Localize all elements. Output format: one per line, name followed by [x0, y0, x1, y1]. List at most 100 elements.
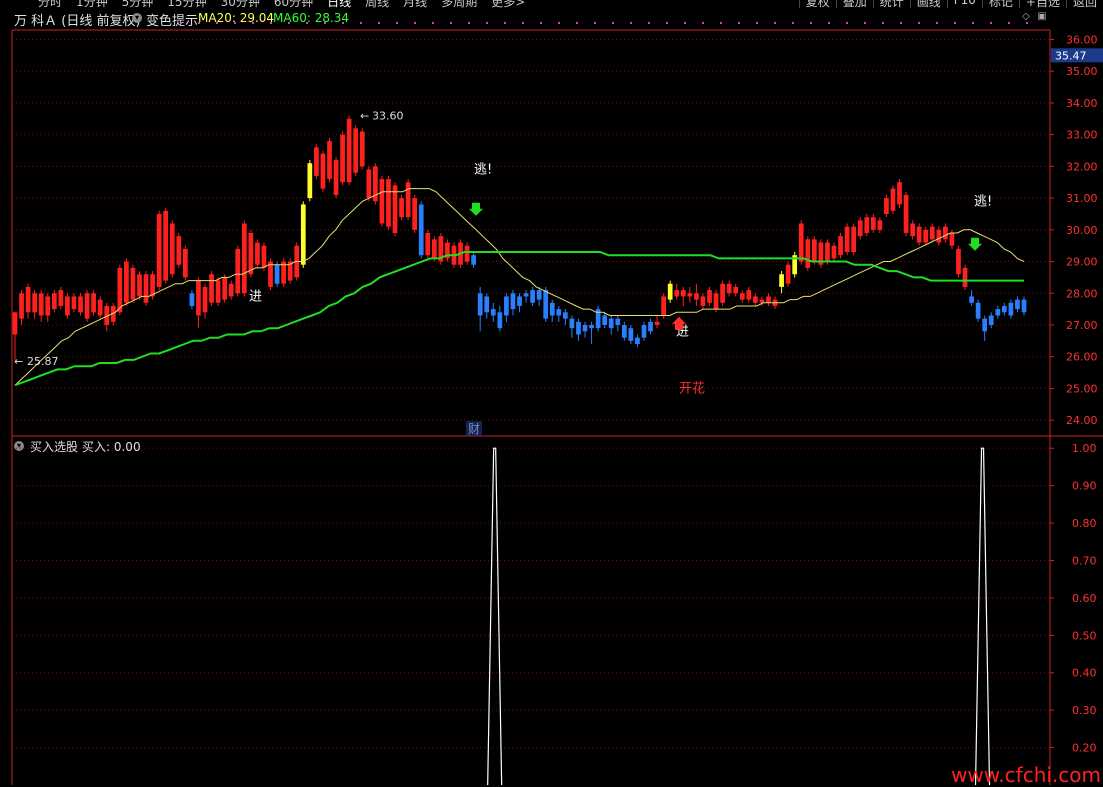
- candle-body: [661, 296, 667, 316]
- top-marker-dot: [720, 22, 722, 24]
- candle-body: [65, 296, 70, 316]
- y-tick-label: 33.00: [1066, 129, 1098, 142]
- top-marker-dot: [360, 22, 362, 24]
- top-marker-dot: [846, 22, 848, 24]
- candle-body: [32, 293, 38, 313]
- top-marker-dot: [558, 22, 560, 24]
- candle-body: [680, 290, 686, 297]
- top-marker-dot: [990, 22, 992, 24]
- candle-body: [707, 290, 712, 303]
- candle-body: [621, 324, 627, 338]
- candle-body: [988, 315, 994, 325]
- candle-body: [779, 274, 784, 287]
- top-marker-dot: [252, 22, 254, 24]
- candle-body: [412, 198, 418, 230]
- top-marker-dot: [1026, 22, 1028, 24]
- candle-body: [785, 264, 791, 284]
- candle-body: [615, 318, 621, 325]
- low-arrow-icon: ←: [14, 355, 23, 368]
- candle-body: [78, 296, 83, 313]
- sell-arrow-icon: [968, 237, 982, 251]
- candle-body: [654, 321, 660, 325]
- top-marker-dot: [972, 22, 974, 24]
- candle-body: [150, 274, 155, 297]
- candle-body: [228, 283, 234, 297]
- low-price-label: 25.87: [27, 355, 59, 368]
- candle-body: [497, 312, 503, 329]
- candle-body: [870, 217, 876, 230]
- top-marker-dot: [216, 22, 218, 24]
- candle-body: [392, 185, 398, 233]
- candle-body: [471, 255, 476, 265]
- top-marker-dot: [540, 22, 542, 24]
- candle-body: [910, 223, 915, 237]
- top-marker-dot: [450, 22, 452, 24]
- top-marker-dot: [918, 22, 920, 24]
- sell-arrow-icon: [469, 202, 483, 216]
- buy-signal-spike: [487, 447, 503, 785]
- top-marker-dot: [270, 22, 272, 24]
- candle-body: [805, 239, 811, 268]
- candle-body: [936, 229, 942, 243]
- candle-body: [949, 233, 955, 246]
- top-marker-dot: [324, 22, 326, 24]
- bloom-signal-label: 开花: [679, 380, 705, 396]
- candle-body: [811, 239, 817, 262]
- top-marker-dot: [666, 22, 668, 24]
- candle-body: [1008, 302, 1014, 316]
- candle-body: [45, 296, 51, 316]
- candle-body: [84, 293, 90, 319]
- top-marker-dot: [702, 22, 704, 24]
- candle-body: [464, 245, 470, 262]
- candle-body: [969, 296, 974, 303]
- y-tick-label: 28.00: [1066, 287, 1098, 300]
- candle-body: [359, 131, 365, 167]
- candle-body: [504, 296, 509, 316]
- candle-body: [576, 321, 581, 335]
- candle-body: [700, 296, 706, 306]
- candle-body: [628, 328, 634, 341]
- candle-body: [530, 290, 535, 303]
- y-tick-label: 31.00: [1066, 192, 1098, 205]
- kline-chart[interactable]: 36.00 35.00 34.00 33.00 32.00 31.00 30.00 29.00…: [0, 0, 1103, 785]
- top-marker-dot: [954, 22, 956, 24]
- candle-body: [477, 293, 483, 316]
- candle-body: [517, 296, 522, 306]
- candle-body: [975, 302, 981, 319]
- candle-body: [399, 198, 404, 218]
- candle-body: [418, 204, 424, 256]
- y-tick-label: 29.00: [1066, 256, 1098, 269]
- top-marker-dot: [756, 22, 758, 24]
- candle-body: [766, 296, 771, 303]
- candle-body: [176, 236, 182, 265]
- candle-body: [844, 226, 850, 253]
- sub-y-tick-label: 0.90: [1072, 480, 1097, 493]
- candle-body: [182, 248, 188, 278]
- sub-y-tick-label: 0.50: [1072, 629, 1097, 642]
- candle-body: [248, 233, 254, 275]
- candle-body: [209, 274, 214, 303]
- top-marker-dot: [342, 22, 344, 24]
- candle-body: [739, 293, 745, 300]
- current-price-tag: 35.47: [1055, 49, 1087, 62]
- candle-body: [196, 280, 201, 316]
- candle-body: [484, 296, 490, 313]
- top-marker-dot: [432, 22, 434, 24]
- candle-body: [510, 293, 516, 310]
- buy-signal-spike: [974, 447, 991, 785]
- sub-y-tick-label: 0.70: [1072, 554, 1097, 567]
- candle-body: [222, 277, 228, 300]
- candle-body: [268, 261, 273, 287]
- top-marker-dot: [594, 22, 596, 24]
- candle-body: [726, 283, 732, 294]
- y-tick-label: 34.00: [1066, 97, 1098, 110]
- candle-body: [215, 280, 221, 303]
- candle-body: [694, 293, 699, 300]
- candle-body: [962, 267, 968, 287]
- candle-body: [379, 179, 385, 224]
- candle-body: [19, 293, 24, 319]
- candle-body: [130, 267, 136, 300]
- exit-signal-label: 逃!: [974, 194, 992, 209]
- candle-body: [831, 245, 837, 259]
- candle-body: [982, 318, 988, 332]
